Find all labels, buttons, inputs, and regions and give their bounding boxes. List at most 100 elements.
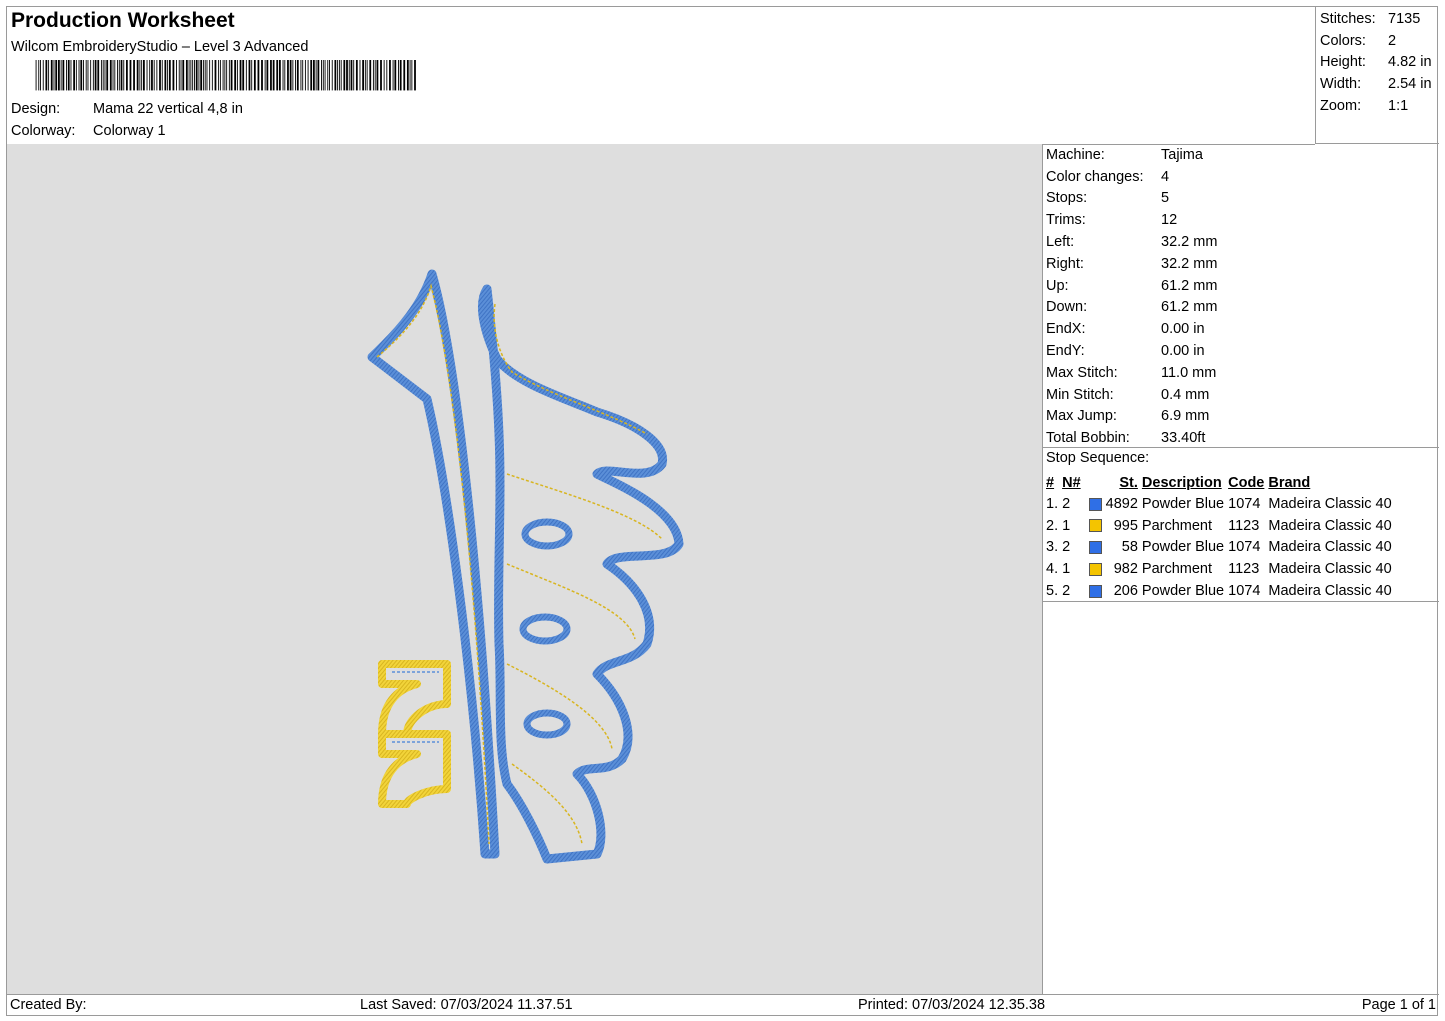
row-num: 4. [1046,561,1059,578]
summary-value: 2 [1388,32,1397,49]
summary-value: 4.82 in [1388,54,1432,71]
row-brand: Madeira Classic 40 [1268,539,1392,556]
info-value: 32.2 mm [1161,255,1218,272]
info-row: Down: 61.2 mm [1046,297,1217,319]
row-description: Powder Blue [1141,539,1225,556]
machine-info: Machine: Tajima Color changes: 4 Stops: 5 T… [1046,144,1217,449]
row-brand: Madeira Classic 40 [1268,561,1392,578]
col-header-brand: Brand [1268,474,1311,491]
row-swatch [1085,580,1106,602]
summary-row: Zoom: 1:1 [1320,95,1432,117]
info-value: 33.40ft [1161,430,1206,447]
colorway-row: Colorway: Colorway 1 [11,123,166,139]
barcode-icon [35,60,416,91]
worksheet-title: Production Worksheet [11,9,235,32]
row-code: 1074 [1228,495,1261,512]
info-row: Right: 32.2 mm [1046,253,1217,275]
col-header-num: # [1046,474,1055,491]
row-swatch [1085,558,1106,580]
summary-value: 1:1 [1388,98,1409,115]
row-needle: 2 [1062,583,1071,600]
info-value: 0.00 in [1161,343,1205,360]
color-swatch-icon [1088,562,1102,576]
colorway-value: Colorway 1 [93,123,166,139]
col-header-stitches: St. [1119,474,1138,491]
printed-date: Printed: 07/03/2024 12.35.38 [858,997,1046,1013]
row-stitches: 4892 [1105,495,1138,512]
info-value: 61.2 mm [1161,277,1218,294]
summary-key: Stitches: [1320,10,1376,27]
info-row: Color changes: 4 [1046,166,1217,188]
worksheet-header: Production Worksheet Wilcom EmbroiderySt… [7,7,1315,145]
row-swatch [1085,537,1106,559]
color-swatch-icon [1088,519,1102,533]
created-by: Created By: [10,997,87,1013]
worksheet: Production Worksheet Wilcom EmbroiderySt… [6,6,1439,1016]
table-header-row: # N# St. Description Code Brand [1046,472,1396,493]
row-brand: Madeira Classic 40 [1268,517,1392,534]
info-key: Stops: [1046,190,1088,207]
info-row: Min Stitch: 0.4 mm [1046,384,1217,406]
color-swatch-icon [1088,584,1102,598]
summary-value: 2.54 in [1388,76,1432,93]
last-saved: Last Saved: 07/03/2024 11.37.51 [360,997,573,1013]
row-stitches: 206 [1113,583,1138,600]
info-row: Up: 61.2 mm [1046,275,1217,297]
info-row: Stops: 5 [1046,188,1217,210]
row-description: Parchment [1141,517,1213,534]
color-swatch-icon [1088,497,1102,511]
design-preview [7,144,1043,994]
details-panel: Machine: Tajima Color changes: 4 Stops: 5 T… [1043,144,1439,994]
info-value: 4 [1161,168,1170,185]
col-header-swatch [1085,472,1106,493]
info-row: Trims: 12 [1046,209,1217,231]
stop-sequence-title: Stop Sequence: [1046,450,1150,466]
row-code: 1074 [1228,539,1261,556]
info-key: Max Stitch: [1046,364,1118,381]
info-key: Left: [1046,234,1075,251]
info-value: 0.00 in [1161,321,1205,338]
page-number: Page 1 of 1 [1361,997,1436,1013]
color-swatch-icon [1088,541,1102,555]
summary-key: Colors: [1320,32,1366,49]
summary-key: Width: [1320,76,1362,93]
info-key: Right: [1046,255,1084,272]
info-row: Machine: Tajima [1046,144,1217,166]
row-swatch [1085,515,1106,537]
info-key: EndY: [1046,343,1085,360]
summary-row: Stitches: 7135 [1320,8,1432,30]
row-stitches: 982 [1113,561,1138,578]
info-value: 32.2 mm [1161,234,1218,251]
table-row: 3. 2 58 Powder Blue 1074 Madeira Classic… [1046,537,1396,559]
row-description: Powder Blue [1141,583,1225,600]
info-row: EndX: 0.00 in [1046,318,1217,340]
info-key: Trims: [1046,212,1086,229]
row-num: 1. [1046,495,1059,512]
row-code: 1074 [1228,583,1261,600]
info-key: Up: [1046,277,1069,294]
info-value: 6.9 mm [1161,408,1210,425]
design-value: Mama 22 vertical 4,8 in [93,101,243,117]
col-header-code: Code [1228,474,1265,491]
stop-sequence-table: # N# St. Description Code Brand 1. 2 489… [1046,472,1396,602]
row-num: 5. [1046,583,1059,600]
stop-sequence: Stop Sequence: # N# St. Description Code… [1043,447,1439,602]
table-row: 2. 1 995 Parchment 1123 Madeira Classic … [1046,515,1396,537]
row-code: 1123 [1228,517,1260,534]
row-num: 2. [1046,517,1059,534]
info-value: 61.2 mm [1161,299,1218,316]
info-value: Tajima [1161,146,1203,163]
table-row: 1. 2 4892 Powder Blue 1074 Madeira Class… [1046,493,1396,515]
row-num: 3. [1046,539,1059,556]
summary-row: Colors: 2 [1320,30,1432,52]
design-row: Design: Mama 22 vertical 4,8 in [11,101,243,117]
row-needle: 1 [1062,561,1071,578]
design-label: Design: [11,101,61,117]
summary-key: Zoom: [1320,98,1362,115]
info-key: Color changes: [1046,168,1144,185]
summary-value: 7135 [1388,10,1421,27]
info-row: Max Stitch: 11.0 mm [1046,362,1217,384]
info-value: 0.4 mm [1161,386,1210,403]
row-brand: Madeira Classic 40 [1268,495,1392,512]
info-row: Total Bobbin: 33.40ft [1046,427,1217,449]
